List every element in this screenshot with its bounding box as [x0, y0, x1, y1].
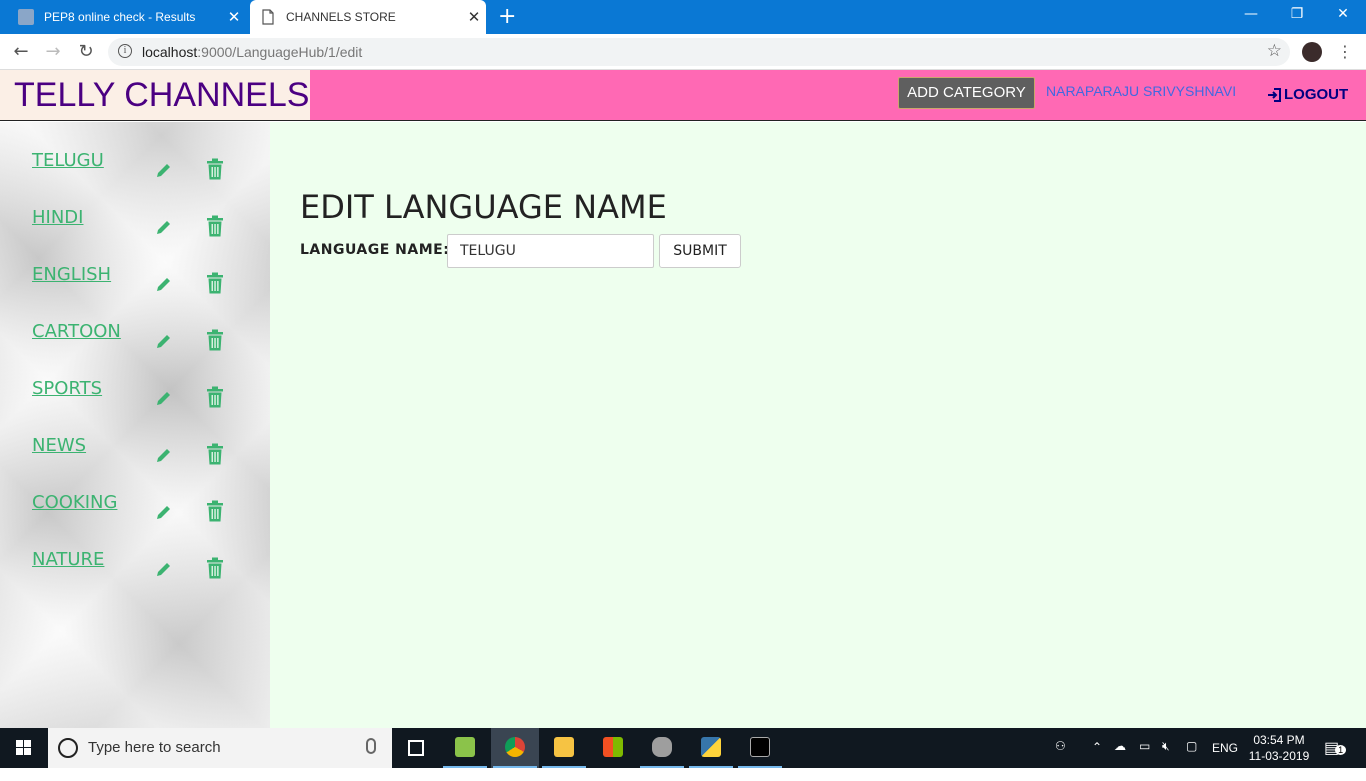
profile-avatar[interactable] [1302, 42, 1322, 62]
sidebar-item-link[interactable]: SPORTS [32, 378, 102, 399]
store-icon[interactable] [589, 728, 637, 768]
language-name-input[interactable] [447, 234, 654, 268]
volume-muted-icon[interactable]: 🔇︎ [1162, 739, 1170, 779]
clock[interactable]: 03:54 PM 11-03-2019 [1244, 732, 1314, 764]
chrome-icon[interactable] [491, 728, 539, 768]
page-title: EDIT LANGUAGE NAME [300, 188, 667, 226]
notification-center-icon[interactable]: ▤1 [1324, 738, 1347, 778]
database-icon[interactable] [638, 728, 686, 768]
submit-button[interactable]: SUBMIT [659, 234, 741, 268]
main-content: EDIT LANGUAGE NAME LANGUAGE NAME: SUBMIT [270, 122, 1366, 728]
people-icon[interactable]: ⚇ [1055, 739, 1066, 779]
pencil-icon[interactable] [154, 331, 174, 351]
url-path: :9000/LanguageHub/1/edit [197, 44, 363, 60]
reload-icon[interactable]: ↻ [74, 40, 98, 64]
sidebar-item-link[interactable]: CARTOON [32, 321, 121, 342]
pencil-icon[interactable] [154, 388, 174, 408]
window-close-icon[interactable]: ✕ [1320, 0, 1366, 30]
clock-time: 03:54 PM [1253, 733, 1305, 747]
pencil-icon[interactable] [154, 274, 174, 294]
onedrive-icon[interactable]: ☁ [1114, 739, 1126, 779]
network-icon[interactable]: ▢ [1186, 739, 1197, 779]
pencil-icon[interactable] [154, 445, 174, 465]
info-icon[interactable]: i [118, 44, 132, 58]
url-host: localhost [142, 44, 198, 60]
taskbar: Type here to search ⚇ ⌃ ☁ ▭ 🔇︎ ▢ ENG 03:… [0, 728, 1366, 768]
new-tab-icon[interactable]: + [498, 6, 516, 28]
windows-start-icon[interactable] [0, 728, 48, 768]
file-explorer-icon[interactable] [540, 728, 588, 768]
sidebar-item-link[interactable]: NATURE [32, 549, 104, 570]
sidebar-item-cartoon: CARTOON [0, 321, 270, 378]
language-name-label: LANGUAGE NAME: [300, 242, 450, 258]
terminal-icon[interactable] [736, 728, 784, 768]
add-category-button[interactable]: ADD CATEGORY [898, 77, 1035, 109]
search-placeholder: Type here to search [88, 739, 221, 756]
taskbar-search[interactable]: Type here to search [48, 728, 392, 768]
sidebar-item-nature: NATURE [0, 549, 270, 606]
close-icon[interactable]: ✕ [462, 8, 486, 26]
username-link[interactable]: NARAPARAJU SRIVYSHNAVI [1046, 83, 1236, 99]
task-view-icon[interactable] [392, 728, 440, 768]
pencil-icon[interactable] [154, 217, 174, 237]
python-icon[interactable] [687, 728, 735, 768]
notepad-plus-icon[interactable] [441, 728, 489, 768]
sidebar-item-sports: SPORTS [0, 378, 270, 435]
sidebar-item-english: ENGLISH [0, 264, 270, 321]
trash-icon[interactable] [206, 500, 224, 522]
pencil-icon[interactable] [154, 559, 174, 579]
tab-pep8[interactable]: PEP8 online check - Results ✕ [8, 0, 246, 34]
browser-toolbar: ← → ↻ i localhost:9000/LanguageHub/1/edi… [0, 34, 1366, 70]
logout-link[interactable]: LOGOUT [1267, 86, 1348, 103]
microphone-icon[interactable] [366, 738, 376, 754]
sidebar-item-link[interactable]: ENGLISH [32, 264, 111, 285]
pencil-icon[interactable] [154, 502, 174, 522]
tab-channels-store[interactable]: CHANNELS STORE ✕ [250, 0, 486, 34]
sidebar-item-link[interactable]: TELUGU [32, 150, 104, 171]
sidebar-item-link[interactable]: NEWS [32, 435, 86, 456]
restore-icon[interactable]: ❐ [1274, 0, 1320, 30]
brand-title[interactable]: TELLY CHANNELS [0, 70, 310, 120]
menu-icon[interactable]: ⋮ [1337, 40, 1353, 64]
trash-icon[interactable] [206, 272, 224, 294]
tab-title: CHANNELS STORE [286, 10, 396, 24]
sidebar-item-cooking: COOKING [0, 492, 270, 549]
minimize-icon[interactable]: — [1228, 0, 1274, 30]
pencil-icon[interactable] [154, 160, 174, 180]
bookmark-star-icon[interactable]: ☆ [1267, 41, 1282, 61]
logout-label: LOGOUT [1284, 86, 1349, 103]
clock-date: 11-03-2019 [1248, 749, 1310, 763]
sidebar-item-telugu: TELUGU [0, 150, 270, 207]
document-icon [260, 9, 276, 25]
logout-icon [1268, 87, 1281, 102]
sidebar-item-hindi: HINDI [0, 207, 270, 264]
sidebar-item-news: NEWS [0, 435, 270, 492]
trash-icon[interactable] [206, 386, 224, 408]
trash-icon[interactable] [206, 329, 224, 351]
notification-count: 1 [1335, 745, 1347, 755]
browser-tab-bar: PEP8 online check - Results ✕ CHANNELS S… [0, 0, 1366, 34]
trash-icon[interactable] [206, 215, 224, 237]
battery-icon[interactable]: ▭ [1139, 739, 1150, 779]
trash-icon[interactable] [206, 557, 224, 579]
sidebar: TELUGU HINDI ENGLISH CARTOON SPORTS NEWS… [0, 122, 270, 728]
trash-icon[interactable] [206, 443, 224, 465]
site-header: TELLY CHANNELS ADD CATEGORY NARAPARAJU S… [0, 70, 1366, 121]
close-icon[interactable]: ✕ [222, 8, 246, 26]
chevron-up-icon[interactable]: ⌃ [1092, 740, 1102, 780]
sidebar-item-link[interactable]: HINDI [32, 207, 83, 228]
back-icon[interactable]: ← [9, 40, 33, 64]
language-indicator[interactable]: ENG [1212, 741, 1238, 781]
tab-title: PEP8 online check - Results [44, 10, 196, 24]
pep8-favicon-icon [18, 9, 34, 25]
url-text[interactable]: localhost:9000/LanguageHub/1/edit [142, 44, 362, 60]
sidebar-item-link[interactable]: COOKING [32, 492, 117, 513]
forward-icon[interactable]: → [41, 40, 65, 64]
trash-icon[interactable] [206, 158, 224, 180]
cortana-icon [58, 738, 78, 758]
address-bar[interactable]: i localhost:9000/LanguageHub/1/edit ☆ [108, 38, 1290, 66]
